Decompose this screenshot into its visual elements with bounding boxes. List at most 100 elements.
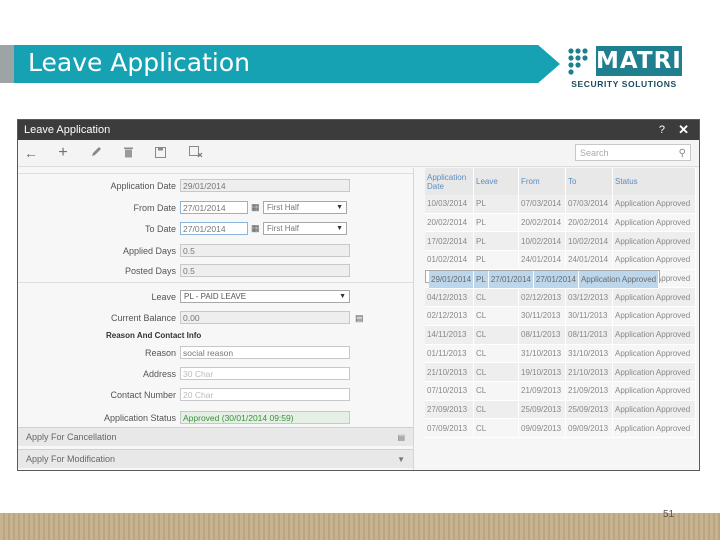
table-row[interactable]: 04/12/2013 CL 02/12/2013 03/12/2013 Applicat… [425,287,696,308]
slide-title: Leave Application [28,48,250,77]
table-cell: CL [473,400,519,420]
to-date-label: To Date [144,224,176,234]
table-cell: 02/12/2013 [518,287,566,308]
table-cell: Application Approved [612,381,696,401]
table-row[interactable]: 27/09/2013 CL 25/09/2013 25/09/2013 Applicat… [425,400,696,420]
table-row[interactable]: 14/11/2013 CL 08/11/2013 08/11/2013 Applicat… [425,325,696,345]
table-row[interactable]: 21/10/2013 CL 19/10/2013 21/10/2013 Applicat… [425,362,696,382]
table-row[interactable]: 07/10/2013 CL 21/09/2013 21/09/2013 Applicat… [425,381,696,401]
apply-cancellation-panel[interactable]: Apply For Cancellation ▤ [18,427,413,446]
table-cell: 01/11/2013 [425,344,474,364]
table-cell: Application Approved [578,270,660,290]
from-date-half-select[interactable]: First Half ▼ [263,201,347,214]
balance-details-icon[interactable]: ▤ [355,313,365,323]
chevron-down-icon[interactable]: ▼ [397,450,405,469]
column-header-from[interactable]: From [518,168,566,195]
table-row[interactable]: 01/02/2014 PL 24/01/2014 24/01/2014 Applicat… [425,250,696,270]
matrix-logo: MATRIX SECURITY SOLUTIONS [566,46,700,94]
window-titlebar: Leave Application ? ✕ [18,120,699,140]
table-cell: PL [473,270,489,290]
table-cell: 07/03/2014 [565,195,613,214]
to-date-field[interactable]: 27/01/2014 [180,222,248,235]
table-cell: 14/11/2013 [425,325,474,345]
posted-days-field: 0.5 [180,264,350,277]
column-header-status[interactable]: Status [612,168,696,195]
table-row[interactable]: 10/03/2014 PL 07/03/2014 07/03/2014 Applicat… [425,195,696,214]
leave-type-select[interactable]: PL - PAID LEAVE ▼ [180,290,350,303]
table-cell: 29/01/2014 [429,270,475,290]
table-row[interactable]: 02/12/2013 CL 30/11/2013 30/11/2013 Applicat… [425,306,696,326]
search-icon[interactable]: ⚲ [679,145,686,162]
column-header-to[interactable]: To [565,168,613,195]
table-row[interactable]: 17/02/2014 PL 10/02/2014 10/02/2014 Applicat… [425,231,696,252]
address-field[interactable]: 30 Char [180,367,350,380]
table-cell: 21/10/2013 [425,362,474,382]
table-cell: 31/10/2013 [565,344,613,364]
to-date-half-select[interactable]: First Half ▼ [263,222,347,235]
table-cell: 20/02/2014 [518,213,566,233]
table-cell: 21/10/2013 [565,362,613,382]
from-date-field[interactable]: 27/01/2014 [180,201,248,214]
table-row[interactable]: 07/09/2013 CL 09/09/2013 09/09/2013 Applicat… [425,418,696,438]
leave-form: Application Date 29/01/2014 From Date 27… [18,168,414,470]
table-cell: 27/09/2013 [425,400,474,420]
calendar-icon[interactable]: ▦ [251,223,261,233]
chevron-down-icon: ▼ [339,293,346,300]
table-cell: 17/02/2014 [425,231,474,252]
add-icon[interactable]: + [54,144,72,162]
table-cell: 07/09/2013 [425,418,474,438]
table-row[interactable]: 29/01/2014 PL 27/01/2014 27/01/2014 Applicat… [425,269,661,290]
application-status-field: Approved (30/01/2014 09:59) [180,411,350,424]
table-cell: PL [473,231,519,252]
table-cell: 03/12/2013 [565,287,613,308]
table-cell: PL [473,195,519,214]
table-cell: Application Approved [612,306,696,326]
table-cell: 31/10/2013 [518,344,566,364]
matrix-logo-tagline: SECURITY SOLUTIONS [571,79,677,89]
application-date-label: Application Date [110,181,176,191]
table-cell: CL [473,381,519,401]
table-cell: PL [473,250,519,270]
table-row[interactable]: 01/11/2013 CL 31/10/2013 31/10/2013 Applicat… [425,344,696,364]
contact-number-field[interactable]: 20 Char [180,388,350,401]
reason-label: Reason [144,348,176,358]
table-cell: 24/01/2014 [565,250,613,270]
column-header-leave[interactable]: Leave [473,168,519,195]
table-cell: 08/11/2013 [565,325,613,345]
help-icon[interactable]: ? [659,120,665,140]
toolbar: ← + Search ⚲ [18,140,699,167]
footer-strip [0,513,720,540]
table-body: 10/03/2014 PL 07/03/2014 07/03/2014 Applicat… [425,195,696,438]
table-cell: 01/02/2014 [425,250,474,270]
cancel-save-icon[interactable] [187,144,205,162]
leave-label: Leave [151,292,176,302]
close-icon[interactable]: ✕ [678,120,689,140]
leave-application-window: Leave Application ? ✕ ← + Search ⚲ Appli… [17,119,700,471]
table-row[interactable]: 20/02/2014 PL 20/02/2014 20/02/2014 Applicat… [425,213,696,233]
window-title: Leave Application [24,124,111,136]
search-input[interactable]: Search ⚲ [575,144,691,161]
page-number: 51 [663,509,675,520]
current-balance-field: 0.00 [180,311,350,324]
reason-field[interactable]: social reason [180,346,350,359]
column-header-application-date[interactable]: Application Date [425,168,474,195]
table-cell: 21/09/2013 [518,381,566,401]
table-cell: 10/03/2014 [425,195,474,214]
table-cell: Application Approved [612,362,696,382]
to-half-value: First Half [267,224,299,233]
contact-number-label: Contact Number [110,390,176,400]
table-cell: 27/01/2014 [533,270,579,290]
delete-trash-icon[interactable] [119,144,137,162]
edit-pencil-icon[interactable] [87,144,105,162]
table-cell: Application Approved [612,231,696,252]
apply-modification-panel[interactable]: Apply For Modification ▼ [18,449,413,468]
matrix-logo-mark-icon [568,48,588,75]
back-arrow-icon[interactable]: ← [22,144,40,162]
expand-panel-icon[interactable]: ▤ [397,428,405,447]
save-icon[interactable] [151,144,169,162]
calendar-icon[interactable]: ▦ [251,202,261,212]
table-cell: Application Approved [612,287,696,308]
table-cell: Application Approved [612,195,696,214]
table-cell: 20/02/2014 [565,213,613,233]
table-cell: Application Approved [612,400,696,420]
